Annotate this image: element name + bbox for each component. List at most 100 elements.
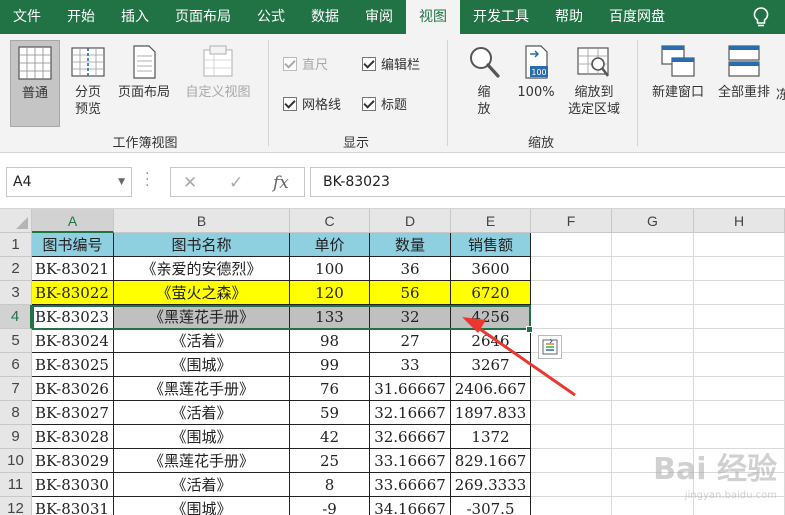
- tab-view[interactable]: 视图: [406, 0, 460, 34]
- row-header-1[interactable]: 1: [0, 233, 32, 257]
- table-cell[interactable]: 《围城》: [114, 497, 290, 515]
- table-cell[interactable]: -307.5: [451, 497, 531, 515]
- quick-analysis-button[interactable]: [538, 335, 562, 359]
- row-header-2[interactable]: 2: [0, 257, 32, 281]
- empty-cell[interactable]: [694, 281, 785, 305]
- table-cell[interactable]: BK-83026: [32, 377, 114, 401]
- table-cell[interactable]: 4256: [451, 305, 531, 329]
- tab-review[interactable]: 审阅: [352, 0, 406, 34]
- ruler-checkbox[interactable]: 直尺: [283, 54, 328, 73]
- table-cell[interactable]: BK-83024: [32, 329, 114, 353]
- table-cell[interactable]: 2406.667: [451, 377, 531, 401]
- empty-cell[interactable]: [694, 377, 785, 401]
- tab-insert[interactable]: 插入: [108, 0, 162, 34]
- table-cell[interactable]: 33.16667: [370, 449, 451, 473]
- table-cell[interactable]: 829.1667: [451, 449, 531, 473]
- table-cell[interactable]: 《活着》: [114, 329, 290, 353]
- tab-file[interactable]: 文件: [0, 0, 54, 34]
- column-header-c[interactable]: C: [290, 209, 370, 233]
- table-cell[interactable]: 1372: [451, 425, 531, 449]
- tab-home[interactable]: 开始: [54, 0, 108, 34]
- table-cell[interactable]: 《活着》: [114, 401, 290, 425]
- row-header-8[interactable]: 8: [0, 401, 32, 425]
- empty-cell[interactable]: [694, 329, 785, 353]
- row-header-5[interactable]: 5: [0, 329, 32, 353]
- table-cell[interactable]: -9: [290, 497, 370, 515]
- empty-cell[interactable]: [531, 305, 612, 329]
- table-cell[interactable]: 36: [370, 257, 451, 281]
- empty-cell[interactable]: [531, 281, 612, 305]
- table-cell[interactable]: 《黑莲花手册》: [114, 449, 290, 473]
- empty-cell[interactable]: [612, 329, 694, 353]
- header-cell[interactable]: 单价: [290, 233, 370, 257]
- empty-cell[interactable]: [531, 473, 612, 497]
- table-cell[interactable]: 2646: [451, 329, 531, 353]
- row-header-12[interactable]: 12: [0, 497, 32, 515]
- empty-cell[interactable]: [694, 425, 785, 449]
- empty-cell[interactable]: [694, 233, 785, 257]
- empty-cell[interactable]: [531, 401, 612, 425]
- table-cell[interactable]: 8: [290, 473, 370, 497]
- table-cell[interactable]: BK-83023: [32, 305, 114, 329]
- table-cell[interactable]: 56: [370, 281, 451, 305]
- formula-input[interactable]: BK-83023: [310, 167, 785, 197]
- cancel-icon[interactable]: ✕: [183, 173, 197, 193]
- table-cell[interactable]: BK-83022: [32, 281, 114, 305]
- row-header-4[interactable]: 4: [0, 305, 32, 329]
- table-cell[interactable]: 1897.833: [451, 401, 531, 425]
- empty-cell[interactable]: [694, 401, 785, 425]
- table-cell[interactable]: BK-83028: [32, 425, 114, 449]
- empty-cell[interactable]: [612, 377, 694, 401]
- zoom-to-selection-button[interactable]: 缩放到 选定区域: [562, 44, 626, 118]
- name-box[interactable]: A4 ▼: [6, 167, 132, 197]
- empty-cell[interactable]: [612, 305, 694, 329]
- column-header-f[interactable]: F: [531, 209, 612, 233]
- table-cell[interactable]: 25: [290, 449, 370, 473]
- table-cell[interactable]: 3600: [451, 257, 531, 281]
- column-header-h[interactable]: H: [694, 209, 785, 233]
- insert-function-icon[interactable]: fx: [273, 173, 289, 193]
- zoom-100-button[interactable]: 100 100%: [512, 44, 560, 101]
- table-cell[interactable]: BK-83031: [32, 497, 114, 515]
- tab-baidu-netdisk[interactable]: 百度网盘: [596, 0, 678, 34]
- table-cell[interactable]: BK-83025: [32, 353, 114, 377]
- empty-cell[interactable]: [612, 425, 694, 449]
- zoom-button[interactable]: 缩 放: [462, 44, 506, 118]
- empty-cell[interactable]: [694, 305, 785, 329]
- empty-cell[interactable]: [531, 257, 612, 281]
- tab-page-layout[interactable]: 页面布局: [162, 0, 244, 34]
- column-header-e[interactable]: E: [451, 209, 531, 233]
- table-cell[interactable]: 《亲爱的安德烈》: [114, 257, 290, 281]
- table-cell[interactable]: 76: [290, 377, 370, 401]
- gridlines-checkbox[interactable]: 网格线: [283, 94, 341, 113]
- header-cell[interactable]: 数量: [370, 233, 451, 257]
- empty-cell[interactable]: [612, 401, 694, 425]
- table-cell[interactable]: 269.3333: [451, 473, 531, 497]
- empty-cell[interactable]: [694, 353, 785, 377]
- table-cell[interactable]: 33: [370, 353, 451, 377]
- table-cell[interactable]: 《围城》: [114, 425, 290, 449]
- empty-cell[interactable]: [694, 257, 785, 281]
- table-cell[interactable]: 99: [290, 353, 370, 377]
- table-cell[interactable]: 《萤火之森》: [114, 281, 290, 305]
- table-cell[interactable]: 33.66667: [370, 473, 451, 497]
- table-cell[interactable]: 《活着》: [114, 473, 290, 497]
- empty-cell[interactable]: [531, 497, 612, 515]
- table-cell[interactable]: 120: [290, 281, 370, 305]
- table-cell[interactable]: BK-83029: [32, 449, 114, 473]
- empty-cell[interactable]: [531, 233, 612, 257]
- empty-cell[interactable]: [531, 425, 612, 449]
- column-header-d[interactable]: D: [370, 209, 451, 233]
- freeze-panes-button-cut[interactable]: 冻: [776, 87, 785, 104]
- table-cell[interactable]: 27: [370, 329, 451, 353]
- column-header-b[interactable]: B: [114, 209, 290, 233]
- table-cell[interactable]: 100: [290, 257, 370, 281]
- empty-cell[interactable]: [531, 449, 612, 473]
- row-header-9[interactable]: 9: [0, 425, 32, 449]
- row-header-3[interactable]: 3: [0, 281, 32, 305]
- header-cell[interactable]: 销售额: [451, 233, 531, 257]
- table-cell[interactable]: 31.66667: [370, 377, 451, 401]
- chevron-down-icon[interactable]: ▼: [118, 168, 125, 196]
- table-cell[interactable]: 98: [290, 329, 370, 353]
- empty-cell[interactable]: [612, 281, 694, 305]
